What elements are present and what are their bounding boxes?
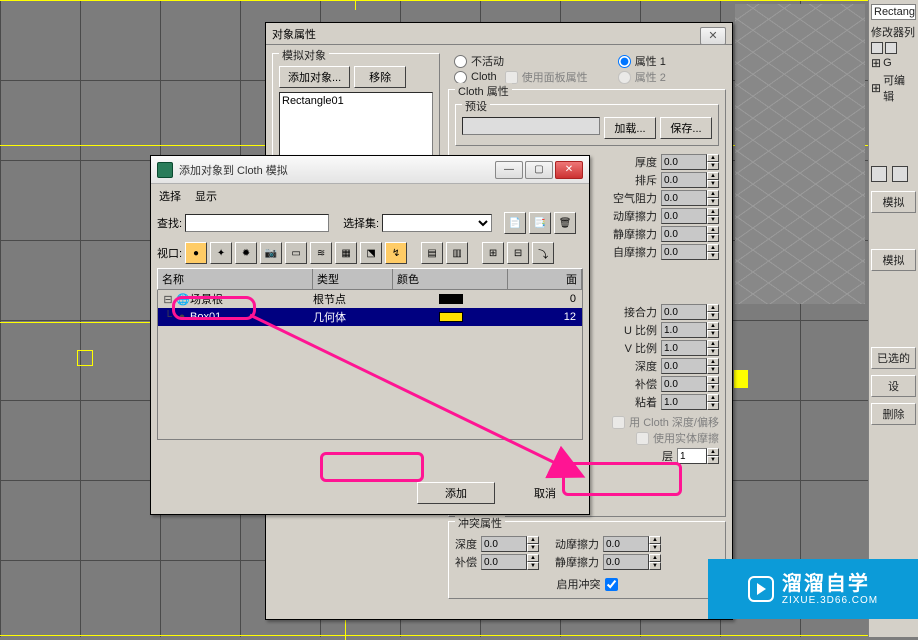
prop-title: 对象属性 (272, 26, 316, 42)
row-name: Box01 (190, 311, 221, 323)
offset-spinner[interactable]: ▲▼ (661, 376, 719, 392)
save-preset-button[interactable]: 保存... (660, 117, 712, 139)
menu-display[interactable]: 显示 (195, 188, 217, 204)
add-dialog-title: 添加对象到 Cloth 模拟 (179, 162, 489, 178)
col-name[interactable]: 名称 (158, 269, 313, 289)
expand-all-icon[interactable]: ⊞ (482, 242, 504, 264)
filter-group-icon[interactable]: ▦ (335, 242, 357, 264)
selset-dropdown[interactable] (382, 214, 492, 232)
watermark: 溜溜自学 ZIXUE.3D66.COM (708, 559, 918, 619)
pin-icon[interactable] (871, 42, 883, 54)
minimize-button[interactable]: — (495, 161, 523, 179)
repel-spinner[interactable]: ▲▼ (661, 172, 719, 188)
attr1-radio[interactable]: 属性 1 (618, 53, 666, 69)
selset-new-icon[interactable]: 📄 (504, 212, 526, 234)
col-offset-spinner[interactable]: ▲▼ (481, 554, 539, 570)
list-row[interactable]: └●Box01几何体12 (158, 308, 582, 326)
app-icon (157, 162, 173, 178)
filter-xref-icon[interactable]: ⬔ (360, 242, 382, 264)
selset-del-icon[interactable]: 🗑 (554, 212, 576, 234)
menu-bar: 选择 显示 (151, 184, 589, 208)
object-list: ⊟🌐场景根根节点0└●Box01几何体12 (157, 290, 583, 440)
cloth-depth-check: 用 Cloth 深度/偏移 (581, 414, 719, 430)
watermark-url: ZIXUE.3D66.COM (782, 595, 878, 606)
dynfric-spinner[interactable]: ▲▼ (661, 208, 719, 224)
uscale-spinner[interactable]: ▲▼ (661, 322, 719, 338)
selffric-spinner[interactable]: ▲▼ (661, 244, 719, 260)
layer-spinner[interactable]: ▲▼ (677, 448, 719, 464)
statfric-spinner[interactable]: ▲▼ (661, 226, 719, 242)
view-tree-icon[interactable]: ▥ (446, 242, 468, 264)
filter-camera-icon[interactable]: 📷 (260, 242, 282, 264)
close-button[interactable]: ✕ (555, 161, 583, 179)
lightbulb-icon[interactable] (885, 42, 897, 54)
pushpin-icon[interactable] (892, 166, 908, 182)
col-color[interactable]: 颜色 (393, 269, 508, 289)
list-header: 名称 类型 颜色 面 (157, 268, 583, 290)
g-label: G (883, 57, 892, 69)
col-stat-spinner[interactable]: ▲▼ (603, 554, 661, 570)
stack-item[interactable]: Rectangl (871, 4, 916, 20)
menu-select[interactable]: 选择 (159, 188, 181, 204)
depth-spinner[interactable]: ▲▼ (661, 358, 719, 374)
load-preset-button[interactable]: 加载... (604, 117, 656, 139)
row-name: 场景根 (190, 291, 223, 307)
selset-label: 选择集: (343, 215, 379, 231)
stick-spinner[interactable]: ▲▼ (661, 394, 719, 410)
rollout-sim-2[interactable]: 模拟 (871, 249, 916, 271)
collapse-all-icon[interactable]: ⊟ (507, 242, 529, 264)
preset-legend: 预设 (462, 98, 490, 114)
select-children-icon[interactable]: ⤵ (532, 242, 554, 264)
attr2-radio: 属性 2 (618, 69, 666, 85)
find-label: 查找: (157, 215, 182, 231)
filter-helper-icon[interactable]: ▭ (285, 242, 307, 264)
find-input[interactable] (185, 214, 329, 232)
list-row[interactable]: ⊟🌐场景根根节点0 (158, 290, 582, 308)
preset-group: 预设 加载... 保存... (455, 104, 719, 146)
rollout-set[interactable]: 设 (871, 375, 916, 397)
close-button[interactable]: ✕ (700, 27, 726, 45)
play-icon (748, 576, 774, 602)
sim-group-legend: 模拟对象 (279, 47, 329, 63)
add-object-button[interactable]: 添加对象... (279, 66, 350, 88)
selset-sub-icon[interactable]: 📑 (529, 212, 551, 234)
object-list-item[interactable]: Rectangle01 (282, 95, 430, 107)
cloth-group-legend: Cloth 属性 (455, 83, 512, 99)
modifier-label: 修改器列 (871, 24, 916, 40)
filter-shape-icon[interactable]: ✦ (210, 242, 232, 264)
add-button[interactable]: 添加 (417, 482, 495, 504)
view-list-icon[interactable]: ▤ (421, 242, 443, 264)
col-depth-spinner[interactable]: ▲▼ (481, 536, 539, 552)
editable-label: 可编辑 (883, 72, 916, 104)
add-objects-dialog: 添加对象到 Cloth 模拟 — ▢ ✕ 选择 显示 查找: 选择集: 📄 📑 … (150, 155, 590, 515)
maximize-button[interactable]: ▢ (525, 161, 553, 179)
col-type[interactable]: 类型 (313, 269, 393, 289)
rollout-sim-1[interactable]: 模拟 (871, 191, 916, 213)
col-faces[interactable]: 面 (508, 269, 582, 289)
thickness-spinner[interactable]: ▲▼ (661, 154, 719, 170)
viewport-label: 视口: (157, 245, 182, 261)
watermark-brand: 溜溜自学 (782, 573, 878, 595)
solid-fric-check: 使用实体摩擦 (581, 430, 719, 446)
rollout-selected[interactable]: 已选的 (871, 347, 916, 369)
enable-collision-check[interactable]: 启用冲突 (557, 576, 618, 592)
filter-space-icon[interactable]: ≋ (310, 242, 332, 264)
collision-legend: 冲突属性 (455, 515, 505, 531)
filter-bone-icon[interactable]: ↯ (385, 242, 407, 264)
filter-geom-icon[interactable]: ● (185, 242, 207, 264)
collision-group: 冲突属性 深度▲▼ 补偿▲▼ 动摩擦力▲▼ 静摩擦力▲▼ 启用冲突 (448, 521, 726, 599)
command-panel: Rectangl 修改器列 ⊞G ⊞可编辑 模拟 模拟 已选的 设 删除 (868, 0, 918, 637)
col-dyn-spinner[interactable]: ▲▼ (603, 536, 661, 552)
seam-spinner[interactable]: ▲▼ (661, 304, 719, 320)
air-spinner[interactable]: ▲▼ (661, 190, 719, 206)
filter-light-icon[interactable]: ✹ (235, 242, 257, 264)
remove-button[interactable]: 移除 (354, 66, 406, 88)
lock-icon[interactable] (871, 166, 887, 182)
cancel-button[interactable]: 取消 (515, 482, 575, 504)
vscale-spinner[interactable]: ▲▼ (661, 340, 719, 356)
rollout-del[interactable]: 删除 (871, 403, 916, 425)
inactive-radio[interactable]: 不活动 (454, 53, 588, 69)
preset-dropdown[interactable] (462, 117, 600, 135)
